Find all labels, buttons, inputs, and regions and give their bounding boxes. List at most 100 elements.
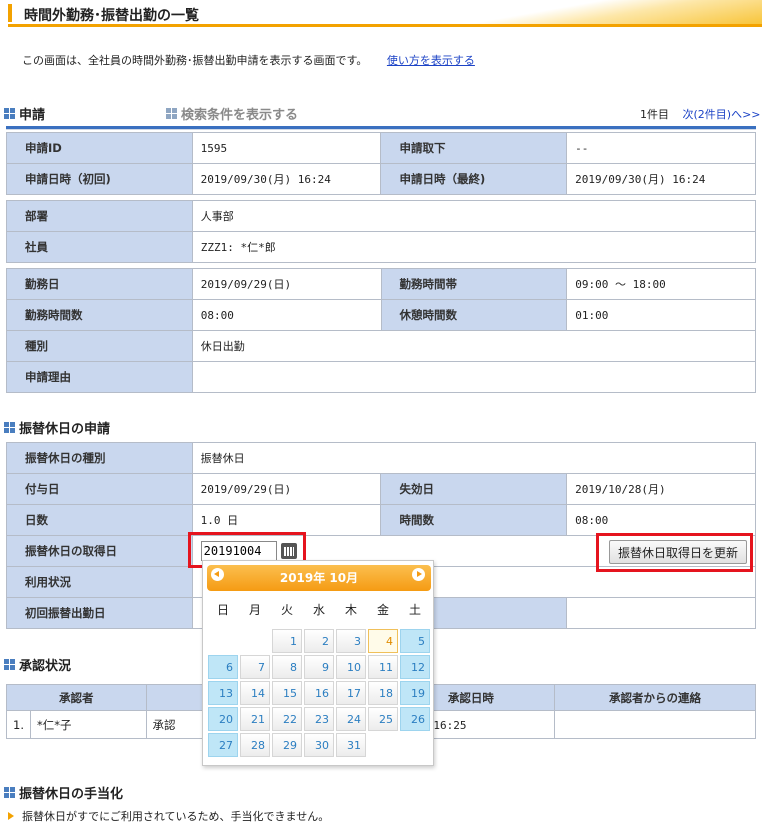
table-row: 勤務日 2019/09/29(日) 勤務時間帯 09:00 〜 18:00 xyxy=(6,268,756,300)
workday-value: 2019/09/29(日) xyxy=(191,268,382,300)
first-date-value: 2019/09/30(月) 16:24 xyxy=(191,163,382,195)
empty-day xyxy=(368,733,398,757)
usage-label: 利用状況 xyxy=(6,566,193,598)
reason-value xyxy=(191,361,757,393)
calendar-day[interactable]: 7 xyxy=(240,655,270,679)
search-toggle[interactable]: 検索条件を表示する xyxy=(166,104,298,123)
table-row: 部署 人事部 xyxy=(6,200,757,232)
row-number: 1. xyxy=(6,710,31,739)
break-label: 休憩時間数 xyxy=(380,299,568,331)
calendar-day[interactable]: 31 xyxy=(336,733,366,757)
last-date-value: 2019/09/30(月) 16:24 xyxy=(566,163,756,195)
search-toggle-label: 検索条件を表示する xyxy=(181,108,299,123)
calendar-day[interactable]: 4 xyxy=(368,629,398,653)
withdraw-value: -- xyxy=(566,132,756,164)
prev-month-icon[interactable] xyxy=(211,568,224,581)
withdraw-label: 申請取下 xyxy=(380,132,568,164)
calendar-day[interactable]: 20 xyxy=(208,707,238,731)
calendar-day[interactable]: 14 xyxy=(240,681,270,705)
datepicker-weekdays: 日月火水木金土 xyxy=(207,601,431,618)
calendar-day[interactable]: 25 xyxy=(368,707,398,731)
weekday-label: 金 xyxy=(376,603,389,617)
calendar-day[interactable]: 30 xyxy=(304,733,334,757)
weekday-label: 日 xyxy=(216,603,229,617)
calendar-day[interactable]: 3 xyxy=(336,629,366,653)
calendar-day[interactable]: 1 xyxy=(272,629,302,653)
table-row: 付与日 2019/09/29(日) 失効日 2019/10/28(月) xyxy=(6,473,756,505)
table-row: 申請ID 1595 申請取下 -- xyxy=(6,132,756,164)
calendar-day[interactable]: 13 xyxy=(208,681,238,705)
search-toggle-icon xyxy=(166,108,177,119)
calendar-day[interactable]: 11 xyxy=(368,655,398,679)
calendar-day[interactable]: 28 xyxy=(240,733,270,757)
next-record-link[interactable]: 次(2件目)へ>> xyxy=(683,108,761,121)
empty-day xyxy=(400,733,430,757)
transfer-section-title: 振替休日の申請 xyxy=(4,418,110,437)
days-label: 日数 xyxy=(6,504,193,536)
request-id-table: 申請ID 1595 申請取下 -- 申請日時（初回) 2019/09/30(月)… xyxy=(6,132,756,195)
calendar-day[interactable]: 23 xyxy=(304,707,334,731)
calendar-day[interactable]: 22 xyxy=(272,707,302,731)
calendar-day[interactable]: 16 xyxy=(304,681,334,705)
empty-day xyxy=(240,629,270,653)
calendar-day[interactable]: 27 xyxy=(208,733,238,757)
hours-value: 08:00 xyxy=(566,504,756,536)
calendar-day[interactable]: 6 xyxy=(208,655,238,679)
page-title: 時間外勤務･振替出勤の一覧 xyxy=(24,8,199,24)
section-icon xyxy=(4,108,15,119)
calendar-day[interactable]: 8 xyxy=(272,655,302,679)
work-table: 勤務日 2019/09/29(日) 勤務時間帯 09:00 〜 18:00 勤務… xyxy=(6,268,757,393)
section-icon xyxy=(4,422,15,433)
calendar-day[interactable]: 24 xyxy=(336,707,366,731)
allowance-note: 振替休日がすでにご利用されているため、手当化できません。 xyxy=(8,808,329,824)
weekday-label: 土 xyxy=(408,603,421,617)
intro-text: この画面は、全社員の時間外勤務･振替出勤申請を表示する画面です。 使い方を表示す… xyxy=(22,52,475,68)
weekday-label: 木 xyxy=(344,603,357,617)
calendar-day[interactable]: 10 xyxy=(336,655,366,679)
datepicker-month-title: 2019年 10月 xyxy=(279,571,359,585)
allowance-note-text: 振替休日がすでにご利用されているため、手当化できません。 xyxy=(22,810,330,823)
allowance-title-label: 振替休日の手当化 xyxy=(19,787,124,802)
break-value: 01:00 xyxy=(566,299,756,331)
datepicker-header: 2019年 10月 xyxy=(207,565,431,591)
update-button-highlight xyxy=(596,533,753,572)
reason-label: 申請理由 xyxy=(6,361,193,393)
record-count: 1件目 xyxy=(640,108,669,121)
workband-label: 勤務時間帯 xyxy=(380,268,568,300)
datepicker-popup: 2019年 10月 日月火水木金土 1 2 3 4 5 6 7 8 9 10 11 12 13 14 15 1… xyxy=(202,560,434,766)
calendar-day[interactable]: 17 xyxy=(336,681,366,705)
header-marker xyxy=(8,4,12,22)
transfer-title-label: 振替休日の申請 xyxy=(19,422,111,437)
calendar-day[interactable]: 5 xyxy=(400,629,430,653)
grant-label: 付与日 xyxy=(6,473,193,505)
calendar-day[interactable]: 2 xyxy=(304,629,334,653)
calendar-day[interactable]: 12 xyxy=(400,655,430,679)
calendar-day[interactable]: 29 xyxy=(272,733,302,757)
header-swoosh xyxy=(408,0,762,27)
calendar-day[interactable]: 26 xyxy=(400,707,430,731)
help-link[interactable]: 使い方を表示する xyxy=(387,54,475,67)
calendar-day[interactable]: 9 xyxy=(304,655,334,679)
approver-message xyxy=(553,710,757,739)
table-row: 社員 ZZZ1: *仁*郎 xyxy=(6,231,757,263)
calendar-day[interactable]: 19 xyxy=(400,681,430,705)
next-month-icon[interactable] xyxy=(412,568,425,581)
calendar-day[interactable]: 15 xyxy=(272,681,302,705)
request-id-value: 1595 xyxy=(191,132,382,164)
hidden-count-value xyxy=(566,597,756,629)
page-header: 時間外勤務･振替出勤の一覧 xyxy=(8,0,762,27)
approver-header: 承認者 xyxy=(6,684,147,711)
calendar-day[interactable]: 21 xyxy=(240,707,270,731)
employee-label: 社員 xyxy=(6,231,193,263)
empty-day xyxy=(208,629,238,653)
weekday-label: 水 xyxy=(312,603,325,617)
approver-name: *仁*子 xyxy=(29,710,147,739)
table-row: 日数 1.0 日 時間数 08:00 xyxy=(6,504,756,536)
intro-description: この画面は、全社員の時間外勤務･振替出勤申請を表示する画面です。 xyxy=(22,54,368,67)
type-label: 種別 xyxy=(6,330,193,362)
workday-label: 勤務日 xyxy=(6,268,193,300)
first-date-label: 申請日時（初回) xyxy=(6,163,193,195)
workhours-label: 勤務時間数 xyxy=(6,299,193,331)
workband-value: 09:00 〜 18:00 xyxy=(566,268,756,300)
calendar-day[interactable]: 18 xyxy=(368,681,398,705)
